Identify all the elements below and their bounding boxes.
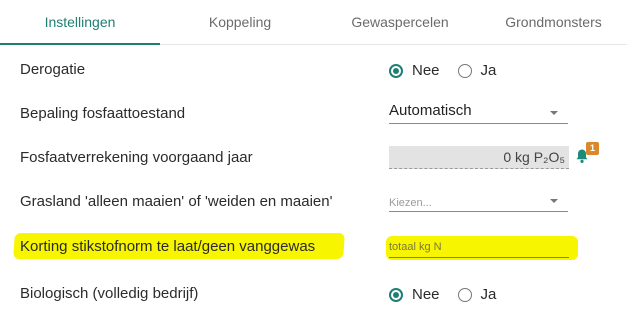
biologisch-radio-group: Nee Ja: [389, 286, 514, 303]
fosfaattoestand-select[interactable]: Automatisch: [389, 102, 568, 124]
fosfaatverrekening-label: Fosfaatverrekening voorgaand jaar: [20, 149, 253, 166]
tab-instellingen[interactable]: Instellingen: [0, 0, 160, 44]
tab-gewaspercelen[interactable]: Gewaspercelen: [320, 0, 480, 44]
derogatie-option-nee[interactable]: Nee: [389, 62, 440, 79]
radio-checked-icon[interactable]: [389, 287, 403, 302]
active-tab-indicator: [0, 43, 160, 45]
tab-koppeling[interactable]: Koppeling: [160, 0, 320, 44]
tab-grondmonsters[interactable]: Grondmonsters: [480, 0, 627, 44]
grasland-placeholder: Kiezen...: [389, 197, 432, 209]
biologisch-option-nee[interactable]: Nee: [389, 286, 440, 303]
fosfaattoestand-label: Bepaling fosfaattoestand: [20, 105, 186, 122]
radio-label: Ja: [480, 286, 497, 303]
caret-down-icon: [550, 111, 558, 115]
derogatie-label: Derogatie: [20, 61, 86, 78]
korting-label: Korting stikstofnorm te laat/geen vangge…: [20, 238, 316, 255]
caret-down-icon: [550, 199, 558, 203]
grasland-label: Grasland 'alleen maaien' of 'weiden en m…: [20, 193, 333, 210]
biologisch-label: Biologisch (volledig bedrijf): [20, 285, 199, 302]
fosfaatverrekening-field: 0 kg P₂O₅: [389, 146, 569, 169]
notification-badge: 1: [586, 142, 599, 155]
korting-input[interactable]: totaal kg N: [389, 239, 569, 258]
grasland-select[interactable]: Kiezen...: [389, 193, 568, 212]
derogatie-radio-group: Nee Ja: [389, 62, 514, 79]
radio-label: Ja: [480, 62, 497, 79]
radio-label: Nee: [412, 62, 440, 79]
radio-unchecked-icon[interactable]: [457, 287, 472, 302]
biologisch-option-ja[interactable]: Ja: [457, 286, 497, 303]
radio-checked-icon[interactable]: [389, 63, 403, 78]
tab-bar: Instellingen Koppeling Gewaspercelen Gro…: [0, 0, 627, 45]
radio-label: Nee: [412, 286, 440, 303]
fosfaattoestand-value: Automatisch: [389, 102, 472, 119]
radio-unchecked-icon[interactable]: [457, 63, 472, 78]
korting-placeholder: totaal kg N: [389, 241, 442, 253]
fosfaatverrekening-value: 0 kg P₂O₅: [503, 149, 565, 165]
derogatie-option-ja[interactable]: Ja: [457, 62, 497, 79]
